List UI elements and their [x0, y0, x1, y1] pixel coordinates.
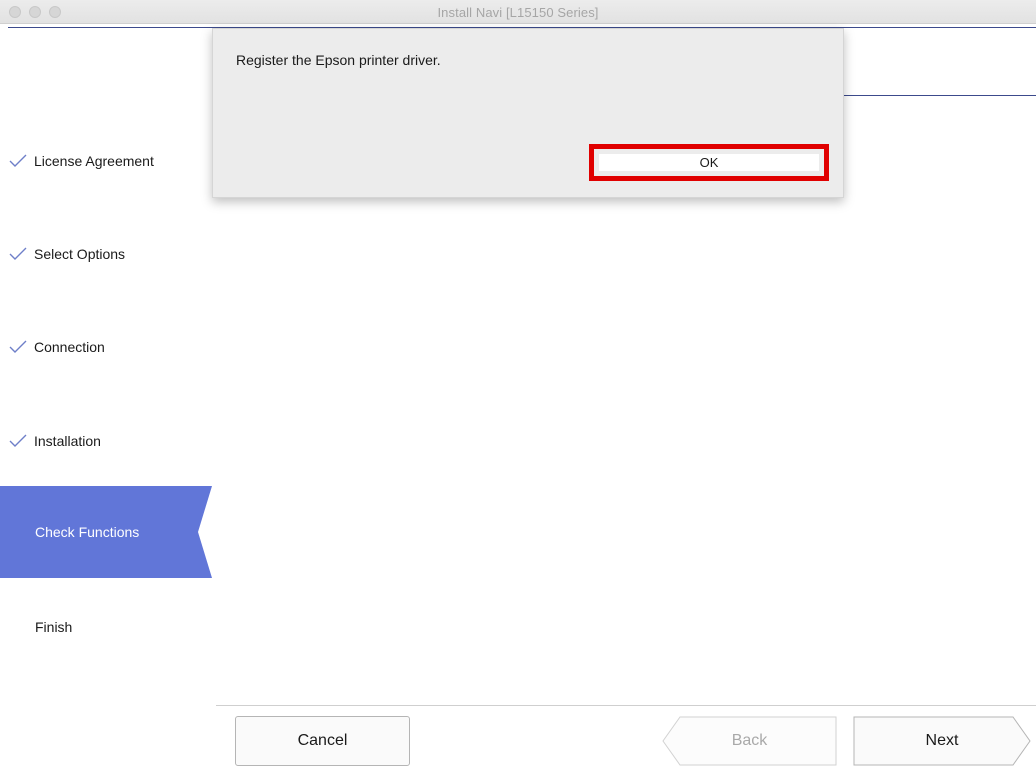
- step-label: License Agreement: [34, 153, 154, 169]
- step-label: Select Options: [34, 246, 126, 262]
- step-label: Connection: [34, 339, 105, 355]
- header-divider-right: [844, 95, 1036, 96]
- cancel-button[interactable]: Cancel: [235, 716, 410, 766]
- active-step-notch: [198, 486, 216, 578]
- title-bar: Install Navi [L15150 Series]: [0, 0, 1036, 24]
- next-button-label: Next: [925, 732, 959, 749]
- checkmark-icon: [8, 244, 34, 264]
- step-select-options: Select Options: [0, 234, 216, 274]
- step-check-functions: Check Functions: [0, 486, 216, 578]
- step-label: Installation: [34, 433, 101, 449]
- step-installation: Installation: [0, 421, 216, 461]
- step-license-agreement: License Agreement: [0, 141, 216, 181]
- back-button-label: Back: [731, 732, 768, 749]
- next-button[interactable]: Next: [853, 716, 1031, 766]
- dialog-message: Register the Epson printer driver.: [236, 52, 441, 68]
- cancel-button-label: Cancel: [297, 732, 348, 749]
- step-connection: Connection: [0, 327, 216, 367]
- checkmark-icon: [8, 151, 34, 171]
- step-finish: Finish: [0, 607, 216, 647]
- back-button[interactable]: Back: [662, 716, 837, 766]
- checkmark-icon: [8, 431, 34, 451]
- checkmark-icon: [8, 337, 34, 357]
- ok-button-highlight: OK: [589, 144, 829, 181]
- step-label: Check Functions: [35, 524, 140, 540]
- ok-button[interactable]: OK: [599, 154, 819, 171]
- steps-sidebar: License Agreement Select Options Connect…: [0, 28, 216, 773]
- window-title: Install Navi [L15150 Series]: [437, 5, 599, 20]
- footer-divider: [216, 705, 1036, 706]
- register-driver-dialog: Register the Epson printer driver. OK: [212, 28, 844, 198]
- step-label: Finish: [35, 619, 73, 635]
